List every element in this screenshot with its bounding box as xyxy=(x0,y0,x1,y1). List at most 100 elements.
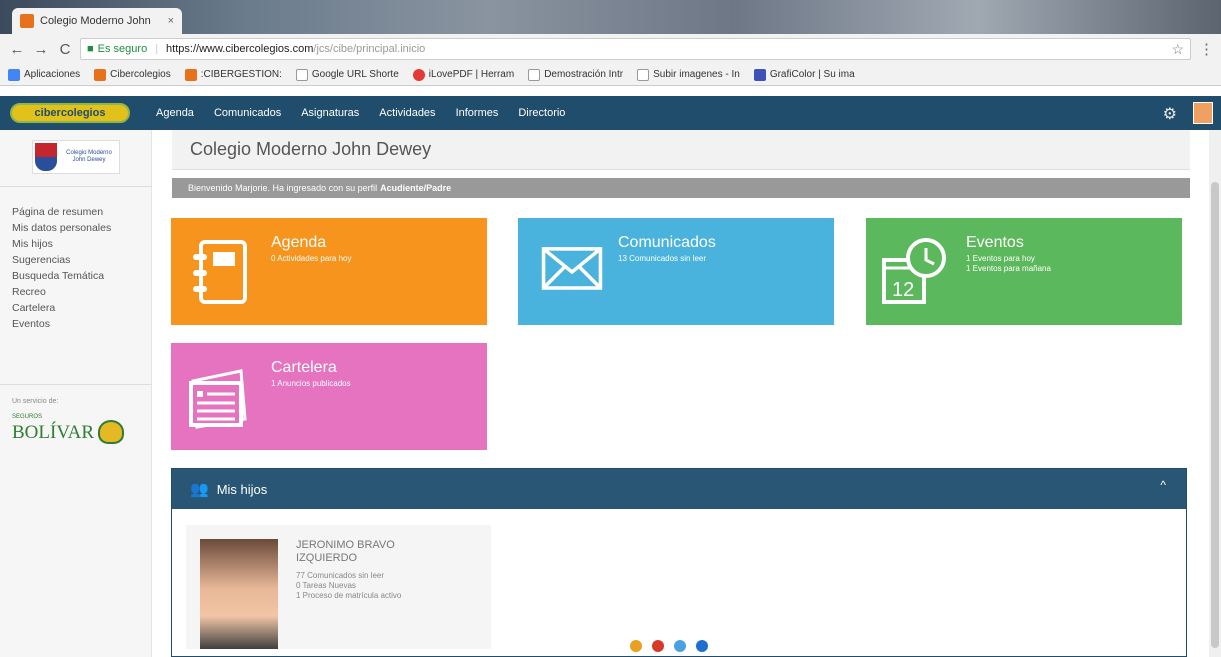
mis-hijos-panel: 👥 Mis hijos ^ JERONIMO BRAVO IZQUIERDO 7… xyxy=(171,468,1187,657)
sidebar-item-recreo[interactable]: Recreo xyxy=(12,284,111,300)
bookmark-label: :CIBERGESTION: xyxy=(200,69,282,80)
welcome-text: Bienvenido Marjorie. Ha ingresado con su… xyxy=(188,183,378,193)
gear-icon[interactable]: ⚙ xyxy=(1163,104,1177,124)
sponsor-small-text: SEGUROS xyxy=(12,414,43,420)
edge-icon[interactable] xyxy=(696,640,708,652)
address-bar: ← → C ■ Es seguro | https://www.cibercol… xyxy=(0,34,1221,64)
url-path: /jcs/cibe/principal.inicio xyxy=(313,43,426,55)
bookmark-favicon-icon xyxy=(94,68,107,81)
back-icon[interactable]: ← xyxy=(8,40,26,58)
sidebar-item-cartelera[interactable]: Cartelera xyxy=(12,300,111,316)
collapse-caret-icon[interactable]: ^ xyxy=(1160,478,1166,492)
tile-cartelera[interactable]: Cartelera 1 Anuncios publicados xyxy=(171,343,487,450)
child-name[interactable]: JERONIMO BRAVO IZQUIERDO xyxy=(296,539,476,565)
cibercolegios-logo[interactable]: cibercolegios xyxy=(10,103,130,123)
child-info-line: 0 Tareas Nuevas xyxy=(296,581,356,590)
service-label: Un servicio de: xyxy=(12,398,59,405)
browser-tab[interactable]: Colegio Moderno John × xyxy=(12,8,182,34)
nav-item-informes[interactable]: Informes xyxy=(456,107,499,119)
tile-eventos[interactable]: 12 Eventos 1 Eventos para hoy 1 Eventos … xyxy=(866,218,1182,325)
bookmark-item[interactable]: Google URL Shorte xyxy=(295,68,399,81)
apps-icon xyxy=(8,68,20,81)
page-scrollbar[interactable] xyxy=(1209,130,1221,657)
url-host: https://www.cibercolegios.com xyxy=(166,43,314,55)
sponsor-logo[interactable]: SEGUROS BOLÍVAR xyxy=(12,414,124,444)
tile-agenda[interactable]: Agenda 0 Actividades para hoy xyxy=(171,218,487,325)
sponsor-name: BOLÍVAR xyxy=(12,422,94,443)
browser-menu-icon[interactable]: ⋮ xyxy=(1199,40,1214,58)
sidebar-item-busqueda[interactable]: Busqueda Temática xyxy=(12,268,111,284)
calendar-clock-icon: 12 xyxy=(882,238,946,304)
bookmark-label: Cibercolegios xyxy=(110,69,171,80)
school-logo-text: Colegio Moderno John Dewey xyxy=(66,149,112,163)
sidebar-item-mis-hijos[interactable]: Mis hijos xyxy=(12,236,111,252)
bookmark-favicon-icon xyxy=(753,68,766,81)
nav-item-asignaturas[interactable]: Asignaturas xyxy=(301,107,359,119)
reload-icon[interactable]: C xyxy=(56,40,74,58)
tab-title: Colegio Moderno John xyxy=(40,15,151,27)
tile-eventos-line: 1 Eventos para mañana xyxy=(966,264,1051,273)
tile-agenda-line: 0 Actividades para hoy xyxy=(271,254,352,263)
sidebar-item-eventos[interactable]: Eventos xyxy=(12,316,111,332)
bookmark-item[interactable]: Demostración Intr xyxy=(528,68,624,81)
child-name-line: IZQUIERDO xyxy=(296,552,358,564)
school-logo[interactable]: Colegio Moderno John Dewey xyxy=(32,140,120,174)
child-info: 77 Comunicados sin leer 0 Tareas Nuevas … xyxy=(296,571,401,601)
bookmark-label: Subir imagenes - In xyxy=(653,69,740,80)
tile-agenda-title: Agenda xyxy=(271,234,327,251)
bookmark-item[interactable]: GrafiColor | Su ima xyxy=(753,68,855,81)
sidebar-item-datos-personales[interactable]: Mis datos personales xyxy=(12,220,111,236)
bookmark-label: Demostración Intr xyxy=(544,69,624,80)
bookmark-item[interactable]: Subir imagenes - In xyxy=(637,68,740,81)
bookmark-label: GrafiColor | Su ima xyxy=(769,69,855,80)
tile-eventos-line: 1 Eventos para hoy xyxy=(966,254,1035,263)
sidebar-divider xyxy=(0,384,152,385)
bookmark-item[interactable]: iLovePDF | Herram xyxy=(412,68,515,81)
page-icon xyxy=(528,68,541,81)
bookmark-item[interactable]: Cibercolegios xyxy=(94,68,171,81)
bookmark-item[interactable]: :CIBERGESTION: xyxy=(184,68,282,81)
bookmark-item[interactable]: Aplicaciones xyxy=(8,68,81,81)
page-icon xyxy=(637,68,650,81)
tile-cartelera-title: Cartelera xyxy=(271,359,337,376)
tab-close-icon[interactable]: × xyxy=(168,15,174,27)
sidebar-divider xyxy=(0,186,152,187)
page-icon xyxy=(295,68,308,81)
nav-item-comunicados[interactable]: Comunicados xyxy=(214,107,281,119)
sidebar-menu: Página de resumen Mis datos personales M… xyxy=(12,204,111,332)
extension-icon[interactable] xyxy=(652,640,664,652)
scroll-thumb[interactable] xyxy=(1211,182,1219,648)
user-avatar[interactable] xyxy=(1193,102,1213,124)
bookmark-label: Google URL Shorte xyxy=(311,69,399,80)
welcome-bar: Bienvenido Marjorie. Ha ingresado con su… xyxy=(172,178,1190,198)
envelope-icon xyxy=(541,247,603,290)
tile-eventos-sub: 1 Eventos para hoy 1 Eventos para mañana xyxy=(966,254,1051,274)
sidebar-item-sugerencias[interactable]: Sugerencias xyxy=(12,252,111,268)
nav-item-directorio[interactable]: Directorio xyxy=(518,107,565,119)
child-card[interactable]: JERONIMO BRAVO IZQUIERDO 77 Comunicados … xyxy=(186,525,491,649)
welcome-profile: Acudiente/Padre xyxy=(380,183,452,193)
bookmark-label: iLovePDF | Herram xyxy=(428,69,515,80)
bookmark-star-icon[interactable]: ☆ xyxy=(1171,41,1184,58)
tile-eventos-title: Eventos xyxy=(966,234,1024,251)
tile-comunicados-sub: 13 Comunicados sin leer xyxy=(618,254,706,264)
panel-header[interactable]: 👥 Mis hijos xyxy=(172,469,1186,509)
bookmark-label: Aplicaciones xyxy=(24,69,81,80)
panel-title: Mis hijos xyxy=(216,481,268,497)
bookmarks-bar: Aplicaciones Cibercolegios :CIBERGESTION… xyxy=(0,64,1221,86)
tile-agenda-sub: 0 Actividades para hoy xyxy=(271,254,352,264)
nav-item-agenda[interactable]: Agenda xyxy=(156,107,194,119)
sidebar: Colegio Moderno John Dewey Página de res… xyxy=(0,130,152,657)
opera-icon[interactable] xyxy=(674,640,686,652)
forward-icon[interactable]: → xyxy=(32,40,50,58)
browser-tab-bar: Colegio Moderno John × xyxy=(0,0,1221,34)
heart-icon xyxy=(412,68,425,81)
bottom-icons xyxy=(630,640,708,652)
sidebar-item-resumen[interactable]: Página de resumen xyxy=(12,204,111,220)
tile-comunicados[interactable]: Comunicados 13 Comunicados sin leer xyxy=(518,218,834,325)
url-input[interactable]: ■ Es seguro | https://www.cibercolegios.… xyxy=(80,38,1191,60)
app-navbar: cibercolegios Agenda Comunicados Asignat… xyxy=(0,96,1221,130)
nav-item-actividades[interactable]: Actividades xyxy=(379,107,435,119)
page-title: Colegio Moderno John Dewey xyxy=(172,130,1190,170)
chrome-icon[interactable] xyxy=(630,640,642,652)
